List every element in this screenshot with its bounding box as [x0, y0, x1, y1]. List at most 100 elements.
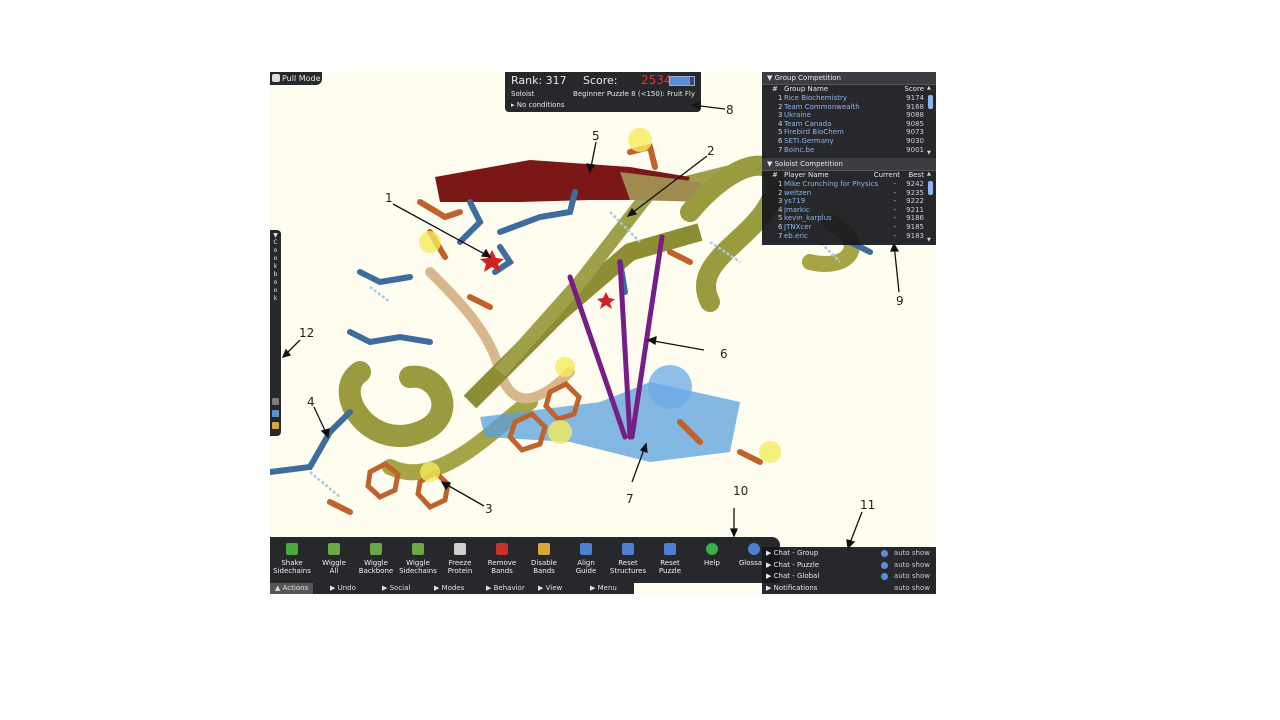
menu-menu[interactable]: ▶ Menu — [590, 583, 617, 594]
scroll-down-icon[interactable]: ▼ — [927, 237, 931, 243]
row-rank: 2 — [778, 102, 783, 111]
button-label-line2: Sidechains — [399, 567, 437, 575]
group-row[interactable]: 7 Boinc.be 9001 — [762, 146, 936, 155]
group-rows: 1 Rice Biochemistry 9174 2 Team Commonwea… — [762, 94, 936, 154]
button-label-line1: Remove — [487, 559, 517, 567]
info-icon[interactable] — [881, 550, 888, 557]
group-row[interactable]: 2 Team Commonwealth 9168 — [762, 103, 936, 112]
row-rank: 1 — [778, 180, 783, 188]
help-button[interactable]: Help — [692, 541, 732, 567]
scroll-up-icon[interactable]: ▲ — [927, 171, 931, 177]
col-group-name: Group Name — [784, 85, 829, 93]
player-name: jmarkic — [784, 205, 810, 214]
shake-sidechains-icon — [286, 543, 298, 555]
chat-setting[interactable]: auto show — [894, 560, 930, 571]
reset-puzzle-button[interactable]: Reset Puzzle — [650, 541, 690, 575]
scroll-down-icon[interactable]: ▼ — [927, 150, 931, 156]
conditions-toggle[interactable]: ▸ No conditions — [511, 101, 565, 109]
chat-label: Chat - Puzzle — [773, 560, 820, 569]
button-label-line1: Shake — [281, 559, 303, 567]
menu-modes[interactable]: ▶ Modes — [434, 583, 464, 594]
cookbook-letter: o — [273, 247, 278, 254]
soloist-row[interactable]: 2 weitzen - 9235 — [762, 189, 936, 198]
cookbook-edit-icon[interactable] — [272, 422, 279, 429]
align-guide-button[interactable]: Align Guide — [566, 541, 606, 575]
info-icon[interactable] — [881, 573, 888, 580]
group-row[interactable]: 1 Rice Biochemistry 9174 — [762, 94, 936, 103]
player-name: ys719 — [784, 197, 806, 206]
menu-undo-label: Undo — [337, 584, 356, 592]
menu-undo[interactable]: ▶ Undo — [330, 583, 356, 594]
wiggle-all-button[interactable]: Wiggle All — [314, 541, 354, 575]
menu-view[interactable]: ▶ View — [538, 583, 562, 594]
chat-setting[interactable]: auto show — [894, 571, 930, 582]
cookbook-panel[interactable]: ▼ Cookbook — [270, 230, 281, 436]
soloist-competition-header[interactable]: ▼ Soloist Competition — [762, 158, 936, 171]
player-current: - — [893, 188, 896, 197]
chat-row[interactable]: ▶ Chat - Global auto show — [766, 571, 934, 582]
row-rank: 3 — [778, 197, 783, 206]
score-bar — [669, 76, 695, 86]
pull-mode-button[interactable]: Pull Mode — [270, 72, 322, 85]
scroll-thumb[interactable] — [928, 181, 933, 195]
scroll-up-icon[interactable]: ▲ — [927, 85, 931, 91]
button-label-line1: Wiggle — [322, 559, 346, 567]
soloist-row[interactable]: 5 kevin_karplus - 9186 — [762, 214, 936, 223]
wiggle-backbone-button[interactable]: Wiggle Backbone — [356, 541, 396, 575]
row-rank: 7 — [778, 145, 783, 154]
annotation-11: 11 — [860, 498, 876, 512]
group-score: 9088 — [906, 111, 924, 120]
chat-row[interactable]: ▶ Chat - Group auto show — [766, 548, 934, 559]
shake-sidechains-button[interactable]: Shake Sidechains — [272, 541, 312, 575]
group-row[interactable]: 6 SETI.Germany 9030 — [762, 137, 936, 146]
button-label-line2: Puzzle — [658, 567, 682, 575]
rank-label: Rank: 317 — [511, 74, 567, 87]
player-best: 9222 — [906, 197, 924, 206]
soloist-row[interactable]: 7 eb.eric - 9183 — [762, 232, 936, 241]
annotation-4: 4 — [307, 395, 315, 409]
menu-behavior[interactable]: ▶ Behavior — [486, 583, 525, 594]
row-rank: 3 — [778, 111, 783, 120]
remove-bands-icon — [496, 543, 508, 555]
col-best: Best — [908, 171, 924, 179]
chat-toggle-icon: ▶ — [766, 560, 772, 569]
chat-row[interactable]: ▶ Notifications auto show — [766, 583, 934, 594]
cookbook-letter: o — [273, 255, 278, 262]
chat-row[interactable]: ▶ Chat - Puzzle auto show — [766, 560, 934, 571]
soloist-row[interactable]: 1 Mike Crunching for Physics - 9242 — [762, 180, 936, 189]
game-viewport[interactable]: 1 2 3 4 5 6 7 8 9 10 11 12 Pull Mode Ran… — [270, 72, 936, 594]
player-current: - — [893, 205, 896, 214]
group-name: Ukraine — [784, 111, 812, 120]
cookbook-script-icon[interactable] — [272, 398, 279, 405]
group-column-headers: # Group Name Score — [762, 85, 936, 94]
reset-structures-button[interactable]: Reset Structures — [608, 541, 648, 575]
group-row[interactable]: 4 Team Canada 9085 — [762, 120, 936, 129]
wiggle-sidechains-button[interactable]: Wiggle Sidechains — [398, 541, 438, 575]
menu-social[interactable]: ▶ Social — [382, 583, 410, 594]
chat-setting[interactable]: auto show — [894, 583, 930, 594]
conditions-label: No conditions — [516, 101, 565, 109]
chat-toggle-icon: ▶ — [766, 583, 772, 592]
chat-label: Chat - Group — [773, 549, 819, 557]
chat-panel: ▶ Chat - Group auto show ▶ Chat - Puzzle … — [762, 547, 936, 594]
group-row[interactable]: 5 Firebird BioChem 9073 — [762, 128, 936, 137]
menu-actions[interactable]: ▲ Actions — [270, 583, 314, 594]
freeze-protein-button[interactable]: Freeze Protein — [440, 541, 480, 575]
group-competition-header[interactable]: ▼ Group Competition — [762, 72, 936, 85]
soloist-row[interactable]: 6 JTNXcer - 9185 — [762, 223, 936, 232]
soloist-row[interactable]: 3 ys719 - 9222 — [762, 197, 936, 206]
soloist-competition-panel: ▼ Soloist Competition # Player Name Curr… — [762, 158, 936, 245]
soloist-scrollbar[interactable]: ▲ ▼ — [927, 171, 934, 243]
info-icon[interactable] — [881, 561, 888, 569]
button-label-line2: Structures — [609, 567, 647, 575]
menu-view-label: View — [545, 584, 563, 592]
soloist-row[interactable]: 4 jmarkic - 9211 — [762, 206, 936, 215]
group-scrollbar[interactable]: ▲ ▼ — [927, 85, 934, 156]
chat-setting[interactable]: auto show — [894, 548, 930, 559]
group-row[interactable]: 3 Ukraine 9088 — [762, 111, 936, 120]
disable-bands-button[interactable]: Disable Bands — [524, 541, 564, 575]
chat-toggle-icon: ▶ — [766, 572, 772, 580]
cookbook-recipe-icon[interactable] — [272, 410, 279, 417]
remove-bands-button[interactable]: Remove Bands — [482, 541, 522, 575]
scroll-thumb[interactable] — [928, 95, 933, 109]
